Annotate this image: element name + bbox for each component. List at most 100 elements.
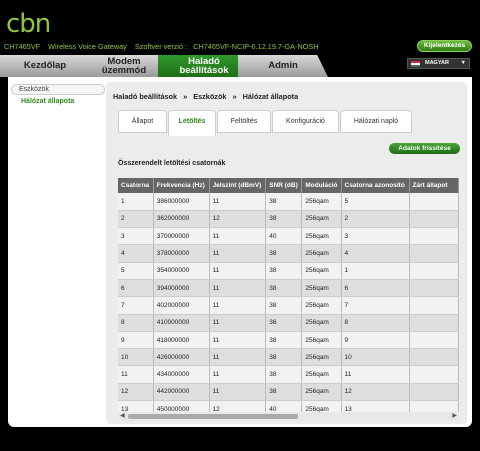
- chevron-down-icon: ▼: [460, 60, 466, 66]
- breadcrumb-item: Haladó beállítások: [113, 92, 178, 101]
- language-select[interactable]: MAGYAR ▼: [407, 58, 470, 69]
- table-cell: [409, 262, 459, 280]
- table-cell: 256qam: [301, 296, 342, 315]
- table-cell: [409, 383, 459, 402]
- table-cell: 4: [118, 244, 154, 263]
- table-cell: 370000000: [153, 227, 210, 246]
- table-row: 8 410000000 11 36 256qam 8: [118, 314, 459, 332]
- table-cell: 11: [209, 365, 267, 384]
- table-cell: 11: [209, 383, 267, 402]
- table-cell: [409, 314, 459, 332]
- cbn-logo: cbn: [6, 10, 51, 38]
- horizontal-scrollbar[interactable]: ◀ ▶: [118, 412, 459, 421]
- table-cell: 362000000: [153, 210, 210, 229]
- table-cell: 9: [118, 331, 154, 350]
- tab-status[interactable]: Állapot: [118, 110, 167, 133]
- table-row: 2 362000000 12 38 256qam 2: [118, 210, 459, 229]
- table-cell: 10: [341, 348, 410, 367]
- scroll-right-icon[interactable]: ▶: [452, 412, 457, 421]
- firmware-version: CH7465VF-NCIP-6.12.19.7-GA-NOSH: [193, 42, 319, 51]
- sidebar: Eszközök Hálózat állapota: [11, 84, 105, 105]
- sidebar-header[interactable]: Eszközök: [11, 84, 105, 95]
- table-row: 3 370000000 11 40 256qam 3: [118, 227, 459, 246]
- table-cell: 256qam: [301, 383, 342, 402]
- tab-home[interactable]: Kezdőlap: [0, 55, 90, 77]
- table-cell: 4: [341, 244, 410, 263]
- table-cell: 256qam: [301, 193, 342, 211]
- column-header: Csatorna azonosító: [341, 178, 410, 193]
- table-cell: [409, 244, 459, 263]
- table-cell: 256qam: [301, 227, 342, 246]
- table-row: 7 402000000 11 38 256qam 7: [118, 296, 459, 315]
- table-cell: [409, 365, 459, 384]
- table-cell: 442000000: [153, 383, 210, 402]
- breadcrumb-item: Eszközök: [193, 92, 227, 101]
- table-cell: 6: [118, 279, 154, 298]
- table-cell: 12: [209, 210, 267, 229]
- breadcrumb-item: Hálózat állapota: [242, 92, 299, 101]
- table-cell: 7: [341, 296, 410, 315]
- table-cell: 9: [341, 331, 410, 350]
- table-cell: [409, 296, 459, 315]
- firmware-label: Szoftver verzió :: [134, 42, 188, 51]
- table-cell: [409, 348, 459, 367]
- table-cell: 256qam: [301, 314, 342, 332]
- table-cell: [409, 279, 459, 298]
- tab-configuration[interactable]: Konfiguráció: [272, 110, 339, 133]
- tab-admin[interactable]: Admin: [238, 55, 328, 77]
- table-cell: 38: [265, 365, 303, 384]
- table-cell: 386000000: [153, 193, 210, 211]
- gateway-name: Wireless Voice Gateway: [48, 42, 127, 51]
- tab-modem-mode[interactable]: Modem üzemmód: [78, 55, 170, 77]
- breadcrumb-separator: »: [183, 92, 188, 101]
- table-cell: 256qam: [301, 331, 342, 350]
- table-cell: 3: [118, 227, 154, 246]
- table-cell: 378000000: [153, 244, 210, 263]
- table-row: 9 418000000 11 38 256qam 9: [118, 331, 459, 350]
- column-header: SNR (dB): [265, 178, 303, 193]
- table-cell: 38: [265, 279, 303, 298]
- table-cell: 394000000: [153, 279, 210, 298]
- tab-network-log[interactable]: Hálózati napló: [340, 110, 412, 133]
- table-cell: 11: [209, 193, 267, 211]
- table-cell: 256qam: [301, 365, 342, 384]
- tab-download[interactable]: Letöltés: [168, 110, 216, 136]
- table-cell: 1: [118, 193, 154, 211]
- table-cell: 6: [341, 279, 410, 298]
- sidebar-item-network-status[interactable]: Hálózat állapota: [11, 98, 105, 105]
- table-cell: 11: [209, 227, 267, 246]
- table-cell: 12: [341, 383, 410, 402]
- column-header: Zárt állapot: [409, 178, 459, 193]
- tab-upload[interactable]: Feltöltés: [217, 110, 271, 133]
- table-cell: [409, 193, 459, 211]
- column-header: Jelszint (dBmV): [209, 178, 267, 193]
- table-cell: 11: [209, 262, 267, 280]
- table-cell: 434000000: [153, 365, 210, 384]
- table-cell: 11: [209, 296, 267, 315]
- tab-advanced-settings[interactable]: Haladó beállítások: [158, 55, 250, 77]
- table-cell: 256qam: [301, 262, 342, 280]
- table-cell: 5: [118, 262, 154, 280]
- logout-button[interactable]: Kijelentkezés: [417, 40, 472, 52]
- table-row: 12 442000000 11 38 256qam 12: [118, 383, 459, 402]
- refresh-button[interactable]: Adatok frissítése: [389, 143, 460, 154]
- table-row: 11 434000000 11 38 256qam 11: [118, 365, 459, 384]
- table-cell: 11: [209, 244, 267, 263]
- table-cell: 3: [341, 227, 410, 246]
- table-cell: 2: [118, 210, 154, 229]
- hungary-flag-icon: [411, 61, 420, 67]
- table-cell: 418000000: [153, 331, 210, 350]
- table-cell: 36: [265, 314, 303, 332]
- table-cell: [409, 210, 459, 229]
- breadcrumb: Haladó beállítások » Eszközök » Hálózat …: [113, 92, 302, 101]
- table-cell: 40: [265, 227, 303, 246]
- content-area: Haladó beállítások » Eszközök » Hálózat …: [106, 82, 467, 424]
- scroll-left-icon[interactable]: ◀: [120, 412, 125, 421]
- table-cell: 2: [341, 210, 410, 229]
- scrollbar-thumb[interactable]: [128, 414, 298, 419]
- breadcrumb-separator: »: [232, 92, 237, 101]
- logo-text: cbn: [6, 10, 50, 38]
- table-cell: 410000000: [153, 314, 210, 332]
- table-cell: 402000000: [153, 296, 210, 315]
- table-cell: 38: [265, 244, 303, 263]
